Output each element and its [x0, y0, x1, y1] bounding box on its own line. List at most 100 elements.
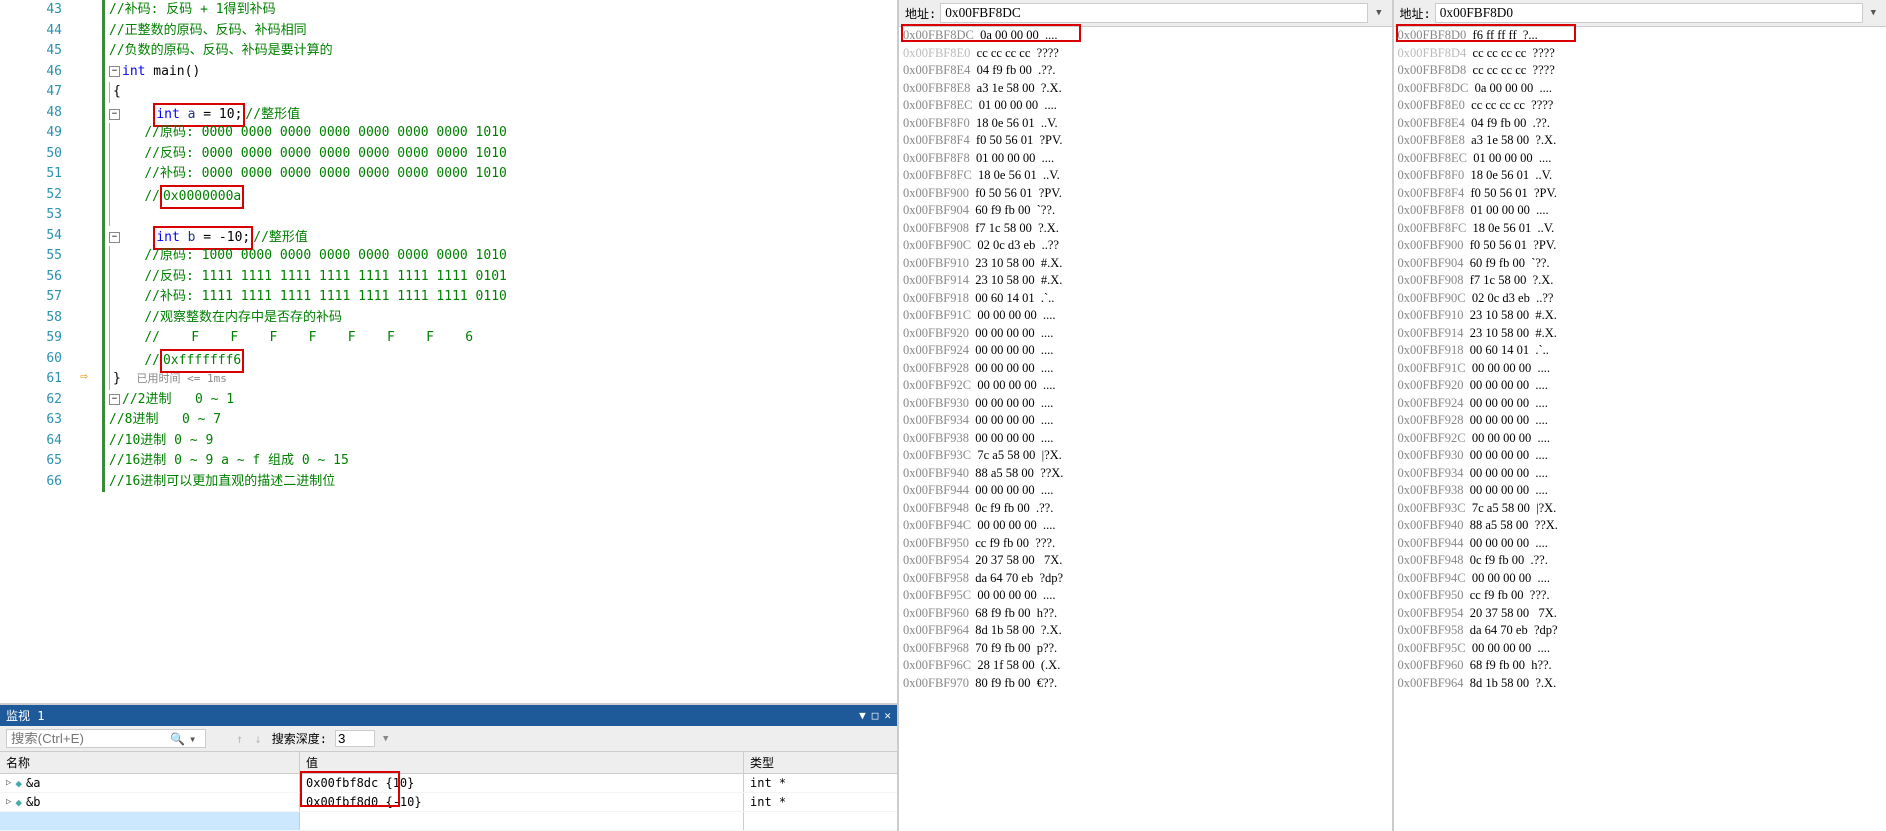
- close-icon[interactable]: ✕: [884, 709, 891, 722]
- depth-input[interactable]: [335, 730, 375, 747]
- collapse-icon[interactable]: −: [109, 394, 120, 405]
- memory-row[interactable]: 0x00FBF904 60 f9 fb 00 `??.: [1398, 255, 1886, 273]
- memory-row[interactable]: 0x00FBF8E0 cc cc cc cc ????: [903, 45, 1392, 63]
- memory-row[interactable]: 0x00FBF924 00 00 00 00 ....: [1398, 395, 1886, 413]
- dropdown-icon[interactable]: ▼: [859, 709, 866, 722]
- memory-row[interactable]: 0x00FBF958 da 64 70 eb ?dp?: [1398, 622, 1886, 640]
- memory-row[interactable]: 0x00FBF8F8 01 00 00 00 ....: [1398, 202, 1886, 220]
- collapse-icon[interactable]: −: [109, 66, 120, 77]
- memory-row[interactable]: 0x00FBF934 00 00 00 00 ....: [903, 412, 1392, 430]
- memory-row[interactable]: 0x00FBF91C 00 00 00 00 ....: [903, 307, 1392, 325]
- memory-row[interactable]: 0x00FBF924 00 00 00 00 ....: [903, 342, 1392, 360]
- code-editor[interactable]: 4344454647484950515253545556575859606162…: [0, 0, 897, 703]
- memory-row[interactable]: 0x00FBF950 cc f9 fb 00 ???.: [903, 535, 1392, 553]
- code-line[interactable]: //8进制 0 ~ 7: [100, 410, 897, 431]
- watch-col-value-header[interactable]: 值: [300, 752, 744, 773]
- watch-new-row[interactable]: [0, 812, 300, 830]
- memory-row[interactable]: 0x00FBF95C 00 00 00 00 ....: [1398, 640, 1886, 658]
- memory-row[interactable]: 0x00FBF8F0 18 0e 56 01 ..V.: [1398, 167, 1886, 185]
- memory-row[interactable]: 0x00FBF930 00 00 00 00 ....: [903, 395, 1392, 413]
- code-line[interactable]: // F F F F F F F 6: [100, 328, 897, 349]
- code-line[interactable]: [100, 205, 897, 226]
- dropdown-icon[interactable]: ▼: [1867, 8, 1880, 18]
- code-line[interactable]: −int main(): [100, 62, 897, 83]
- clear-icon[interactable]: ▾: [189, 732, 196, 746]
- memory-row[interactable]: 0x00FBF914 23 10 58 00 #.X.: [903, 272, 1392, 290]
- code-line[interactable]: //16进制 0 ~ 9 a ~ f 组成 0 ~ 15: [100, 451, 897, 472]
- memory-row[interactable]: 0x00FBF944 00 00 00 00 ....: [903, 482, 1392, 500]
- search-icon[interactable]: 🔍: [170, 732, 185, 746]
- memory-row[interactable]: 0x00FBF914 23 10 58 00 #.X.: [1398, 325, 1886, 343]
- memory-row[interactable]: 0x00FBF928 00 00 00 00 ....: [1398, 412, 1886, 430]
- memory-row[interactable]: 0x00FBF8E4 04 f9 fb 00 .??.: [903, 62, 1392, 80]
- memory-row[interactable]: 0x00FBF940 88 a5 58 00 ??X.: [903, 465, 1392, 483]
- memory-row[interactable]: 0x00FBF8F0 18 0e 56 01 ..V.: [903, 115, 1392, 133]
- memory-row[interactable]: 0x00FBF958 da 64 70 eb ?dp?: [903, 570, 1392, 588]
- memory-row[interactable]: 0x00FBF90C 02 0c d3 eb ..??: [1398, 290, 1886, 308]
- memory-row[interactable]: 0x00FBF928 00 00 00 00 ....: [903, 360, 1392, 378]
- memory-row[interactable]: 0x00FBF96C 28 1f 58 00 (.X.: [903, 657, 1392, 675]
- code-line[interactable]: //16进制可以更加直观的描述二进制位: [100, 472, 897, 493]
- memory-row[interactable]: 0x00FBF944 00 00 00 00 ....: [1398, 535, 1886, 553]
- memory-row[interactable]: 0x00FBF8E4 04 f9 fb 00 .??.: [1398, 115, 1886, 133]
- expand-icon[interactable]: ▷: [6, 797, 11, 807]
- watch-col-type-header[interactable]: 类型: [744, 752, 897, 773]
- memory-row[interactable]: 0x00FBF8E8 a3 1e 58 00 ?.X.: [903, 80, 1392, 98]
- memory-row[interactable]: 0x00FBF92C 00 00 00 00 ....: [1398, 430, 1886, 448]
- code-line[interactable]: //反码: 0000 0000 0000 0000 0000 0000 0000…: [100, 144, 897, 165]
- memory-row[interactable]: 0x00FBF934 00 00 00 00 ....: [1398, 465, 1886, 483]
- nav-up-icon[interactable]: ↑: [234, 732, 245, 746]
- memory-row[interactable]: 0x00FBF904 60 f9 fb 00 `??.: [903, 202, 1392, 220]
- depth-dropdown-icon[interactable]: ▼: [383, 734, 388, 744]
- memory-row[interactable]: 0x00FBF8E8 a3 1e 58 00 ?.X.: [1398, 132, 1886, 150]
- memory-row[interactable]: 0x00FBF908 f7 1c 58 00 ?.X.: [1398, 272, 1886, 290]
- memory-row[interactable]: 0x00FBF970 80 f9 fb 00 €??.: [903, 675, 1392, 693]
- code-line[interactable]: //原码: 0000 0000 0000 0000 0000 0000 0000…: [100, 123, 897, 144]
- memory-row[interactable]: 0x00FBF8FC 18 0e 56 01 ..V.: [1398, 220, 1886, 238]
- memory2-address-input[interactable]: [1435, 3, 1863, 23]
- memory-row[interactable]: 0x00FBF918 00 60 14 01 .`..: [903, 290, 1392, 308]
- watch-titlebar[interactable]: 监视 1 ▼ □ ✕: [0, 705, 897, 726]
- memory-row[interactable]: 0x00FBF950 cc f9 fb 00 ???.: [1398, 587, 1886, 605]
- window-icon[interactable]: □: [872, 709, 879, 722]
- memory-row[interactable]: 0x00FBF938 00 00 00 00 ....: [1398, 482, 1886, 500]
- memory-row[interactable]: 0x00FBF8D4 cc cc cc cc ????: [1398, 45, 1886, 63]
- memory-row[interactable]: 0x00FBF910 23 10 58 00 #.X.: [1398, 307, 1886, 325]
- memory-row[interactable]: 0x00FBF8F8 01 00 00 00 ....: [903, 150, 1392, 168]
- memory-row[interactable]: 0x00FBF954 20 37 58 00 7X.: [903, 552, 1392, 570]
- memory-row[interactable]: 0x00FBF960 68 f9 fb 00 h??.: [1398, 657, 1886, 675]
- memory-row[interactable]: 0x00FBF92C 00 00 00 00 ....: [903, 377, 1392, 395]
- memory-row[interactable]: 0x00FBF8EC 01 00 00 00 ....: [903, 97, 1392, 115]
- memory-row[interactable]: 0x00FBF8EC 01 00 00 00 ....: [1398, 150, 1886, 168]
- code-line[interactable]: //反码: 1111 1111 1111 1111 1111 1111 1111…: [100, 267, 897, 288]
- collapse-icon[interactable]: −: [109, 232, 120, 243]
- code-line[interactable]: } 已用时间 <= 1ms: [100, 369, 897, 390]
- memory-row[interactable]: 0x00FBF900 f0 50 56 01 ?PV.: [903, 185, 1392, 203]
- memory-row[interactable]: 0x00FBF930 00 00 00 00 ....: [1398, 447, 1886, 465]
- code-line[interactable]: //10进制 0 ~ 9: [100, 431, 897, 452]
- code-line[interactable]: //负数的原码、反码、补码是要计算的: [100, 41, 897, 62]
- code-line[interactable]: − int b = -10;//整形值: [100, 226, 897, 247]
- code-line[interactable]: − int a = 10;//整形值: [100, 103, 897, 124]
- memory-row[interactable]: 0x00FBF940 88 a5 58 00 ??X.: [1398, 517, 1886, 535]
- memory-row[interactable]: 0x00FBF918 00 60 14 01 .`..: [1398, 342, 1886, 360]
- memory-row[interactable]: 0x00FBF910 23 10 58 00 #.X.: [903, 255, 1392, 273]
- memory-row[interactable]: 0x00FBF8F4 f0 50 56 01 ?PV.: [903, 132, 1392, 150]
- watch-row[interactable]: ▷◆&a0x00fbf8dc {10}int *: [0, 774, 897, 793]
- memory1-address-input[interactable]: [940, 3, 1368, 23]
- memory-row[interactable]: 0x00FBF8D0 f6 ff ff ff ?...: [1398, 27, 1886, 45]
- code-line[interactable]: //原码: 1000 0000 0000 0000 0000 0000 0000…: [100, 246, 897, 267]
- nav-down-icon[interactable]: ↓: [252, 732, 263, 746]
- code-line[interactable]: −//2进制 0 ~ 1: [100, 390, 897, 411]
- memory-row[interactable]: 0x00FBF964 8d 1b 58 00 ?.X.: [1398, 675, 1886, 693]
- memory-row[interactable]: 0x00FBF968 70 f9 fb 00 p??.: [903, 640, 1392, 658]
- memory-row[interactable]: 0x00FBF948 0c f9 fb 00 .??.: [903, 500, 1392, 518]
- memory-row[interactable]: 0x00FBF960 68 f9 fb 00 h??.: [903, 605, 1392, 623]
- memory-row[interactable]: 0x00FBF908 f7 1c 58 00 ?.X.: [903, 220, 1392, 238]
- memory-row[interactable]: 0x00FBF94C 00 00 00 00 ....: [903, 517, 1392, 535]
- watch-row[interactable]: ▷◆&b0x00fbf8d0 {-10}int *: [0, 793, 897, 812]
- memory-row[interactable]: 0x00FBF900 f0 50 56 01 ?PV.: [1398, 237, 1886, 255]
- dropdown-icon[interactable]: ▼: [1372, 8, 1385, 18]
- code-line[interactable]: //正整数的原码、反码、补码相同: [100, 21, 897, 42]
- memory-row[interactable]: 0x00FBF920 00 00 00 00 ....: [903, 325, 1392, 343]
